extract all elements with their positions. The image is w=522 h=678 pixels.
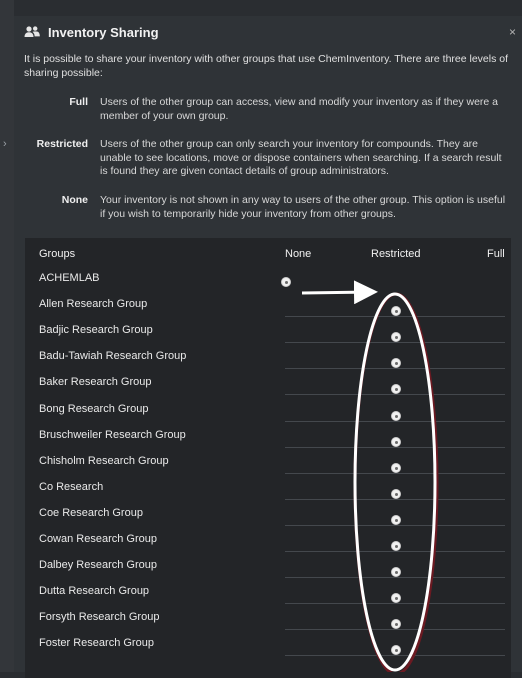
column-header-groups: Groups: [39, 248, 76, 260]
table-row: Dutta Research Group: [25, 585, 511, 611]
table-row: Coe Research Group: [25, 507, 511, 533]
group-name: Dutta Research Group: [39, 585, 150, 598]
table-row: Forsyth Research Group: [25, 611, 511, 637]
left-sidebar-edge: ›: [0, 0, 14, 672]
chevron-right-icon: ›: [3, 138, 7, 150]
group-name: Allen Research Group: [39, 298, 148, 311]
row-divider: [285, 394, 505, 396]
table-row: ACHEMLAB: [25, 272, 511, 298]
group-name: Co Research: [39, 480, 104, 493]
table-row: Dalbey Research Group: [25, 559, 511, 585]
row-divider: [285, 342, 505, 344]
group-name: Badu-Tawiah Research Group: [39, 350, 187, 363]
row-divider: [285, 655, 505, 657]
sharing-radio-restricted[interactable]: [391, 645, 401, 656]
sharing-radio-restricted[interactable]: [391, 410, 401, 421]
sharing-radio-restricted[interactable]: [391, 567, 401, 578]
group-name: Bruschweiler Research Group: [39, 428, 186, 441]
row-divider: [285, 368, 505, 370]
table-row: Badu-Tawiah Research Group: [25, 350, 511, 376]
level-name: None: [61, 194, 88, 206]
inventory-sharing-dialog: Inventory Sharing × It is possible to sh…: [14, 16, 522, 678]
sharing-radio-restricted[interactable]: [391, 593, 401, 604]
sharing-radio-restricted[interactable]: [391, 436, 401, 447]
row-divider: [285, 316, 505, 318]
group-name: Forsyth Research Group: [39, 611, 160, 624]
group-name: Cowan Research Group: [39, 533, 158, 545]
sharing-radio-restricted[interactable]: [391, 332, 401, 343]
dialog-title: Inventory Sharing: [48, 25, 159, 40]
users-icon: [24, 26, 40, 37]
column-header-full: Full: [487, 248, 505, 260]
row-divider: [285, 524, 505, 526]
group-name: Badjic Research Group: [39, 324, 153, 337]
row-divider: [285, 498, 505, 500]
level-name: Full: [69, 96, 88, 108]
row-divider: [285, 603, 505, 605]
row-divider: [285, 472, 505, 474]
table-row: Baker Research Group: [25, 376, 511, 402]
table-row: Co Research: [25, 481, 511, 507]
table-row: Bruschweiler Research Group: [25, 429, 511, 455]
sharing-radio-restricted[interactable]: [391, 541, 401, 551]
level-description: Users of the other group can only search…: [100, 138, 502, 177]
sharing-radio-restricted[interactable]: [391, 306, 401, 317]
level-description: Your inventory is not shown in any way t…: [100, 194, 506, 220]
level-name: Restricted: [36, 138, 88, 150]
sharing-radio-restricted[interactable]: [391, 619, 401, 630]
column-header-none: None: [285, 248, 312, 260]
intro-text: It is possible to share your inventory w…: [24, 53, 509, 79]
row-divider: [285, 446, 505, 448]
table-row: Chisholm Research Group: [25, 455, 511, 481]
row-divider: [285, 629, 505, 631]
sharing-radio-restricted[interactable]: [391, 384, 401, 395]
group-name: Baker Research Group: [39, 376, 152, 389]
table-row: Bong Research Group: [25, 403, 511, 429]
sharing-radio-none[interactable]: [281, 277, 291, 287]
group-name: ACHEMLAB: [39, 272, 100, 284]
row-divider: [285, 420, 505, 422]
group-name: Bong Research Group: [39, 402, 149, 415]
sharing-table: Groups None Restricted Full ACHEMLAB Alle…: [25, 238, 511, 678]
dialog-header: Inventory Sharing ×: [14, 16, 522, 48]
group-name: Dalbey Research Group: [39, 559, 158, 572]
table-row: Cowan Research Group: [25, 533, 511, 559]
table-row: Foster Research Group: [25, 637, 511, 663]
sharing-radio-restricted[interactable]: [391, 488, 401, 499]
level-description: Users of the other group can access, vie…: [100, 96, 499, 122]
sharing-radio-restricted[interactable]: [391, 514, 401, 525]
group-name: Foster Research Group: [39, 637, 154, 650]
sharing-radio-restricted[interactable]: [391, 462, 401, 473]
row-divider: [285, 577, 505, 579]
table-row: Badjic Research Group: [25, 324, 511, 350]
group-name: Coe Research Group: [39, 506, 143, 519]
row-divider: [285, 551, 505, 552]
group-name: Chisholm Research Group: [39, 454, 169, 467]
column-header-restricted: Restricted: [371, 248, 421, 260]
table-row: Allen Research Group: [25, 298, 511, 324]
close-icon[interactable]: ×: [509, 25, 516, 39]
sharing-radio-restricted[interactable]: [391, 358, 401, 369]
